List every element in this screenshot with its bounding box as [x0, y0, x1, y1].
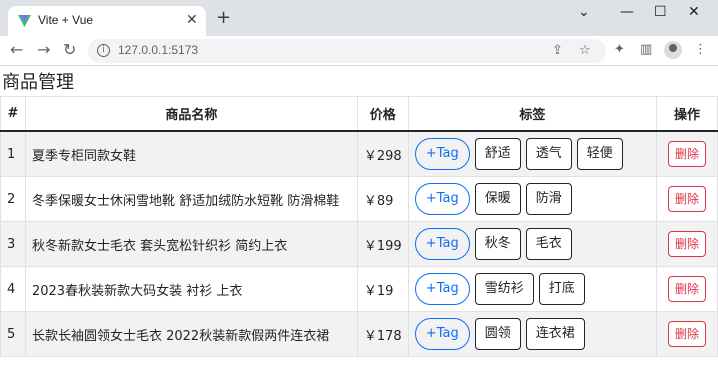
tag-chip: 圆领	[474, 318, 521, 350]
table-header-row: # 商品名称 价格 标签 操作	[0, 96, 718, 132]
tag-chip: 雪纺衫	[474, 273, 534, 305]
side-panel-icon[interactable]: ▥	[640, 42, 652, 58]
ops-cell: 删除	[656, 221, 718, 267]
product-name: 夏季专柜同款女鞋	[24, 130, 358, 177]
new-tab-icon[interactable]: +	[216, 9, 231, 27]
add-tag-button[interactable]: +Tag	[414, 228, 470, 260]
product-price: ￥199	[356, 221, 409, 267]
row-index: 3	[0, 221, 26, 267]
tab-close-icon[interactable]: ✕	[186, 12, 198, 28]
share-icon[interactable]: ⇪	[552, 43, 563, 59]
product-name: 2023春秋装新款大码女装 衬衫 上衣	[24, 266, 358, 312]
page-content: 商品管理 # 商品名称 价格 标签 操作 1 夏季专柜同款女鞋 ￥298 +Ta…	[0, 66, 718, 375]
row-index: 2	[0, 176, 26, 222]
tag-chip: 防滑	[525, 183, 572, 215]
close-window-icon[interactable]: ✕	[688, 4, 700, 20]
add-tag-button[interactable]: +Tag	[414, 183, 470, 215]
header-name: 商品名称	[24, 96, 358, 132]
row-index: 4	[0, 266, 26, 312]
add-tag-button[interactable]: +Tag	[414, 138, 470, 170]
header-index: #	[0, 96, 26, 132]
product-table: # 商品名称 价格 标签 操作 1 夏季专柜同款女鞋 ￥298 +Tag 舒适 透气…	[0, 96, 718, 357]
ops-cell: 删除	[656, 266, 718, 312]
bookmark-star-icon[interactable]: ☆	[579, 43, 591, 59]
tag-chip: 轻便	[576, 138, 623, 170]
table-row: 5 长款长袖圆领女士毛衣 2022秋装新款假两件连衣裙 ￥178 +Tag 圆领连…	[0, 311, 718, 357]
add-tag-button[interactable]: +Tag	[414, 318, 470, 350]
header-price: 价格	[356, 96, 409, 132]
vite-logo-icon	[18, 15, 31, 27]
site-info-icon[interactable]: i	[97, 44, 110, 57]
chevron-down-icon[interactable]: ⌄	[578, 4, 590, 20]
add-tag-button[interactable]: +Tag	[414, 273, 470, 305]
menu-kebab-icon[interactable]: ⋮	[694, 42, 707, 58]
browser-tabstrip: Vite + Vue ✕ + ⌄ — ☐ ✕	[0, 0, 718, 36]
maximize-icon[interactable]: ☐	[654, 4, 667, 20]
ops-cell: 删除	[656, 311, 718, 357]
delete-button[interactable]: 删除	[668, 186, 707, 212]
minimize-icon[interactable]: —	[620, 4, 634, 20]
profile-avatar[interactable]	[664, 41, 682, 59]
product-price: ￥178	[356, 311, 409, 357]
tab-title: Vite + Vue	[38, 13, 94, 27]
ops-cell: 删除	[656, 130, 718, 177]
table-row: 2 冬季保暖女士休闲雪地靴 舒适加绒防水短靴 防滑棉鞋 ￥89 +Tag 保暖 防滑…	[0, 176, 718, 222]
delete-button[interactable]: 删除	[668, 141, 707, 167]
tag-cell: +Tag 保暖 防滑	[407, 176, 658, 222]
header-tags: 标签	[407, 96, 658, 132]
tag-chip: 连衣裙	[525, 318, 585, 350]
delete-button[interactable]: 删除	[668, 321, 707, 347]
row-index: 5	[0, 311, 26, 357]
product-price: ￥19	[356, 266, 409, 312]
tag-chip: 舒适	[474, 138, 521, 170]
table-body: 1 夏季专柜同款女鞋 ￥298 +Tag 舒适 透气 轻便 删除 2 冬季保暖女士休闲…	[0, 130, 718, 357]
tag-cell: +Tag 舒适 透气 轻便	[407, 130, 658, 177]
header-ops: 操作	[656, 96, 718, 132]
back-icon[interactable]: ←	[10, 41, 23, 59]
forward-icon[interactable]: →	[37, 41, 50, 59]
product-name: 长款长袖圆领女士毛衣 2022秋装新款假两件连衣裙	[24, 311, 358, 357]
delete-button[interactable]: 删除	[668, 276, 707, 302]
product-name: 秋冬新款女士毛衣 套头宽松针织衫 简约上衣	[24, 221, 358, 267]
table-row: 1 夏季专柜同款女鞋 ￥298 +Tag 舒适 透气 轻便 删除	[0, 130, 718, 177]
table-row: 3 秋冬新款女士毛衣 套头宽松针织衫 简约上衣 ￥199 +Tag 秋冬 毛衣 删除	[0, 221, 718, 267]
browser-toolbar: ← → ↻ i 127.0.0.1:5173 ⇪ ☆ ✦ ▥ ⋮	[0, 36, 718, 66]
reload-icon[interactable]: ↻	[63, 41, 76, 59]
browser-tab[interactable]: Vite + Vue ✕	[8, 6, 206, 36]
tag-chip: 保暖	[474, 183, 521, 215]
table-row: 4 2023春秋装新款大码女装 衬衫 上衣 ￥19 +Tag 雪纺衫 打底 删除	[0, 266, 718, 312]
delete-button[interactable]: 删除	[668, 231, 707, 257]
extensions-icon[interactable]: ✦	[614, 42, 625, 58]
tag-chip: 打底	[538, 273, 585, 305]
tag-chip: 透气	[525, 138, 572, 170]
address-bar[interactable]: i 127.0.0.1:5173 ⇪ ☆	[88, 39, 606, 63]
tag-cell: +Tag 雪纺衫 打底	[407, 266, 658, 312]
address-url: 127.0.0.1:5173	[118, 43, 199, 57]
product-price: ￥89	[356, 176, 409, 222]
tag-chip: 秋冬	[474, 228, 521, 260]
product-price: ￥298	[356, 130, 409, 177]
page-title: 商品管理	[2, 72, 74, 93]
product-name: 冬季保暖女士休闲雪地靴 舒适加绒防水短靴 防滑棉鞋	[24, 176, 358, 222]
tag-chip: 毛衣	[525, 228, 572, 260]
row-index: 1	[0, 130, 26, 177]
ops-cell: 删除	[656, 176, 718, 222]
tag-cell: +Tag 圆领 连衣裙	[407, 311, 658, 357]
tag-cell: +Tag 秋冬 毛衣	[407, 221, 658, 267]
